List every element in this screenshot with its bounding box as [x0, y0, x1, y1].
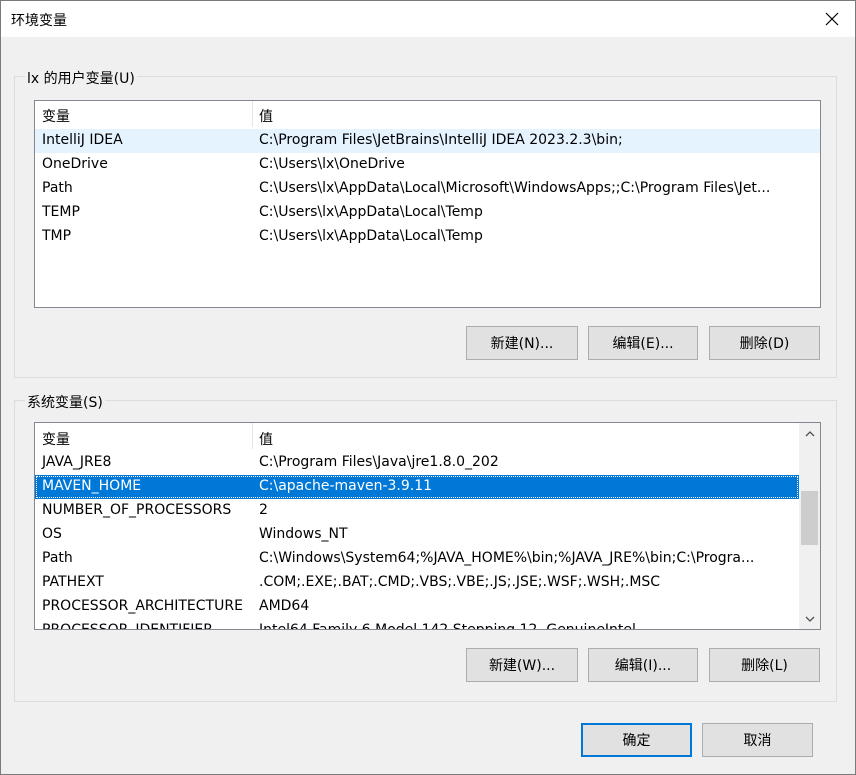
var-value: AMD64	[259, 598, 310, 614]
var-value: 2	[259, 502, 268, 518]
system-var-row[interactable]: OS Windows_NT	[35, 523, 799, 547]
var-name: OneDrive	[42, 156, 108, 172]
user-var-row[interactable]: TMP C:\Users\lx\AppData\Local\Temp	[35, 225, 820, 249]
var-name: PROCESSOR_ARCHITECTURE	[42, 598, 243, 614]
var-name: Path	[42, 180, 73, 196]
system-var-row[interactable]: PROCESSOR_IDENTIFIER Intel64 Family 6 Mo…	[35, 619, 799, 630]
var-value: C:\Users\lx\OneDrive	[259, 156, 405, 172]
var-value: C:\Program Files\Java\jre1.8.0_202	[259, 454, 499, 470]
system-var-row[interactable]: NUMBER_OF_PROCESSORS 2	[35, 499, 799, 523]
scroll-down-button[interactable]	[799, 608, 820, 629]
cancel-button[interactable]: 取消	[702, 723, 813, 757]
column-header-value[interactable]: 值	[259, 106, 273, 126]
system-vars-header: 变量 值	[35, 423, 799, 449]
close-icon	[825, 12, 839, 26]
column-header-name[interactable]: 变量	[42, 106, 70, 126]
user-vars-header: 变量 值	[35, 101, 820, 127]
var-value: C:\Windows\System64;%JAVA_HOME%\bin;%JAV…	[259, 550, 755, 566]
system-vars-label: 系统变量(S)	[25, 392, 105, 412]
var-name: Path	[42, 550, 73, 566]
chevron-up-icon	[805, 430, 814, 436]
var-value: C:\apache-maven-3.9.11	[259, 478, 433, 494]
user-var-row[interactable]: TEMP C:\Users\lx\AppData\Local\Temp	[35, 201, 820, 225]
user-var-row[interactable]: Path C:\Users\lx\AppData\Local\Microsoft…	[35, 177, 820, 201]
system-var-row[interactable]: JAVA_JRE8 C:\Program Files\Java\jre1.8.0…	[35, 451, 799, 475]
system-new-button[interactable]: 新建(W)...	[466, 648, 578, 682]
var-value: C:\Users\lx\AppData\Local\Microsoft\Wind…	[259, 180, 771, 196]
user-delete-button[interactable]: 删除(D)	[709, 326, 820, 360]
system-delete-button[interactable]: 删除(L)	[709, 648, 820, 682]
user-vars-list[interactable]: 变量 值 IntelliJ IDEA C:\Program Files\JetB…	[34, 100, 821, 308]
var-value: C:\Users\lx\AppData\Local\Temp	[259, 228, 483, 244]
window-title: 环境变量	[11, 13, 67, 29]
system-vars-list[interactable]: 变量 值 JAVA_JRE8 C:\Program Files\Java\jre…	[34, 422, 821, 630]
user-new-button[interactable]: 新建(N)...	[466, 326, 578, 360]
var-name: NUMBER_OF_PROCESSORS	[42, 502, 232, 518]
user-edit-button[interactable]: 编辑(E)...	[588, 326, 698, 360]
system-vars-scrollbar[interactable]	[799, 423, 820, 629]
var-name: JAVA_JRE8	[42, 454, 112, 470]
user-var-row[interactable]: OneDrive C:\Users\lx\OneDrive	[35, 153, 820, 177]
var-name: TMP	[42, 228, 72, 244]
env-vars-dialog: 环境变量 lx 的用户变量(U) 变量 值 IntelliJ IDEA C:\P…	[0, 0, 856, 775]
column-divider[interactable]	[252, 423, 253, 449]
system-edit-button[interactable]: 编辑(I)...	[588, 648, 698, 682]
column-header-name[interactable]: 变量	[42, 429, 70, 449]
close-button[interactable]	[809, 1, 855, 37]
var-name: OS	[42, 526, 62, 542]
system-var-row-selected[interactable]: MAVEN_HOME C:\apache-maven-3.9.11	[35, 475, 799, 499]
scroll-thumb[interactable]	[801, 491, 818, 545]
column-header-value[interactable]: 值	[259, 429, 273, 449]
user-var-row[interactable]: IntelliJ IDEA C:\Program Files\JetBrains…	[35, 129, 820, 153]
var-value: .COM;.EXE;.BAT;.CMD;.VBS;.VBE;.JS;.JSE;.…	[259, 574, 661, 590]
var-name: PROCESSOR_IDENTIFIER	[42, 622, 213, 630]
var-value: C:\Users\lx\AppData\Local\Temp	[259, 204, 483, 220]
var-value: Intel64 Family 6 Model 142 Stepping 12, …	[259, 622, 636, 630]
system-var-row[interactable]: PROCESSOR_ARCHITECTURE AMD64	[35, 595, 799, 619]
user-vars-label: lx 的用户变量(U)	[25, 68, 137, 88]
system-var-row[interactable]: Path C:\Windows\System64;%JAVA_HOME%\bin…	[35, 547, 799, 571]
ok-button[interactable]: 确定	[581, 723, 692, 757]
var-name: TEMP	[42, 204, 80, 220]
scroll-up-button[interactable]	[799, 423, 820, 444]
title-bar[interactable]: 环境变量	[1, 1, 855, 37]
var-name: MAVEN_HOME	[42, 478, 142, 494]
var-value: Windows_NT	[259, 526, 348, 542]
var-name: PATHEXT	[42, 574, 104, 590]
chevron-down-icon	[805, 616, 814, 622]
var-name: IntelliJ IDEA	[42, 132, 123, 148]
var-value: C:\Program Files\JetBrains\IntelliJ IDEA…	[259, 132, 623, 148]
column-divider[interactable]	[252, 101, 253, 127]
system-var-row[interactable]: PATHEXT .COM;.EXE;.BAT;.CMD;.VBS;.VBE;.J…	[35, 571, 799, 595]
